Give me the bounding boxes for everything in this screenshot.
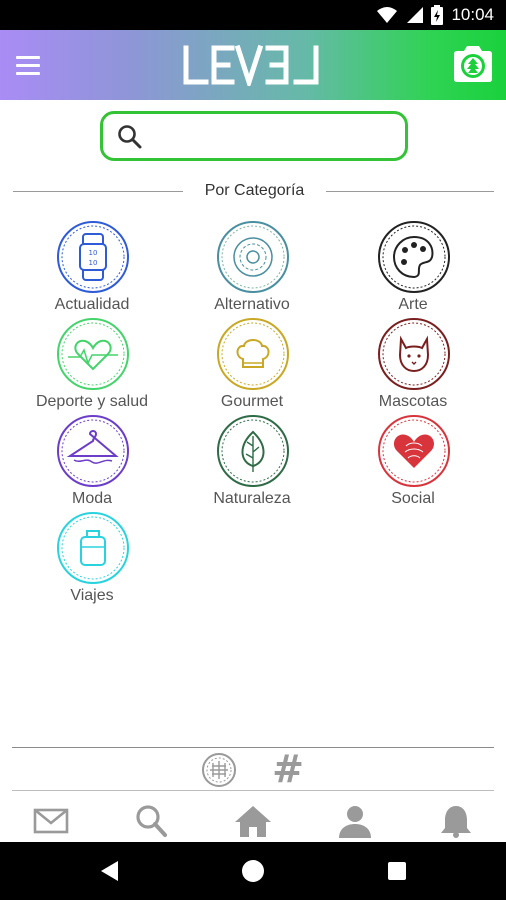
heart-icon [378,415,450,487]
search-icon[interactable] [132,804,172,838]
category-label: Alternativo [214,296,290,313]
envelope-icon[interactable] [31,804,71,838]
svg-text:10: 10 [89,259,98,267]
hanger-icon [57,415,129,487]
menu-button[interactable] [16,50,56,80]
divider [13,191,183,192]
divider [326,191,494,192]
category-label: Naturaleza [213,490,291,507]
category-arte[interactable]: Arte [338,220,488,316]
system-navigation-bar [0,842,506,900]
category-naturaleza[interactable]: Naturaleza [177,414,327,510]
section-title: Por Categoría [204,182,305,199]
back-icon[interactable] [98,859,122,883]
globe-grid-icon[interactable] [200,752,238,788]
view-tabs: # [0,746,506,792]
category-social[interactable]: Social [338,414,488,510]
smartwatch-icon: 10 10 [57,221,129,293]
home-circle-icon[interactable] [241,859,265,883]
bottom-navigation [0,796,506,842]
palette-icon [378,221,450,293]
category-label: Deporte y salud [35,393,149,410]
battery-icon [431,5,444,25]
divider [12,790,494,791]
recents-icon[interactable] [385,859,409,883]
section-header: Por Categoría [0,180,506,204]
category-actualidad[interactable]: 10 10 Actualidad [17,220,167,316]
home-icon[interactable] [233,804,273,838]
category-alternativo[interactable]: Alternativo [177,220,327,316]
category-label: Arte [398,296,428,313]
svg-text:10: 10 [89,249,98,257]
mandala-icon [217,221,289,293]
leaf-icon [217,415,289,487]
status-icons: 10:04 [377,0,494,30]
app-bar [0,30,506,100]
category-label: Mascotas [378,393,448,410]
status-bar: 10:04 [0,0,506,30]
hashtag-icon[interactable]: # [270,749,306,789]
bell-icon[interactable] [436,804,476,838]
search-box[interactable] [100,111,408,161]
category-deporte-y-salud[interactable]: Deporte y salud [17,317,167,413]
heartbeat-icon [57,318,129,390]
divider [12,747,494,748]
signal-icon [407,7,424,23]
category-label: Viajes [70,587,114,604]
category-viajes[interactable]: Viajes [17,511,167,607]
clock: 10:04 [451,5,494,24]
user-icon[interactable] [335,804,375,838]
cat-icon [378,318,450,390]
category-label: Social [391,490,435,507]
category-mascotas[interactable]: Mascotas [338,317,488,413]
category-label: Actualidad [54,296,130,313]
chef-hat-icon [217,318,289,390]
wifi-icon [377,7,398,23]
camera-icon[interactable] [450,43,496,85]
category-label: Moda [71,490,113,507]
category-gourmet[interactable]: Gourmet [177,317,327,413]
search-icon [118,125,142,149]
level-logo [183,44,319,86]
luggage-icon [57,512,129,584]
category-label: Gourmet [220,393,284,410]
search-input[interactable] [151,120,395,154]
hamburger-menu-icon [16,55,40,59]
category-moda[interactable]: Moda [17,414,167,510]
